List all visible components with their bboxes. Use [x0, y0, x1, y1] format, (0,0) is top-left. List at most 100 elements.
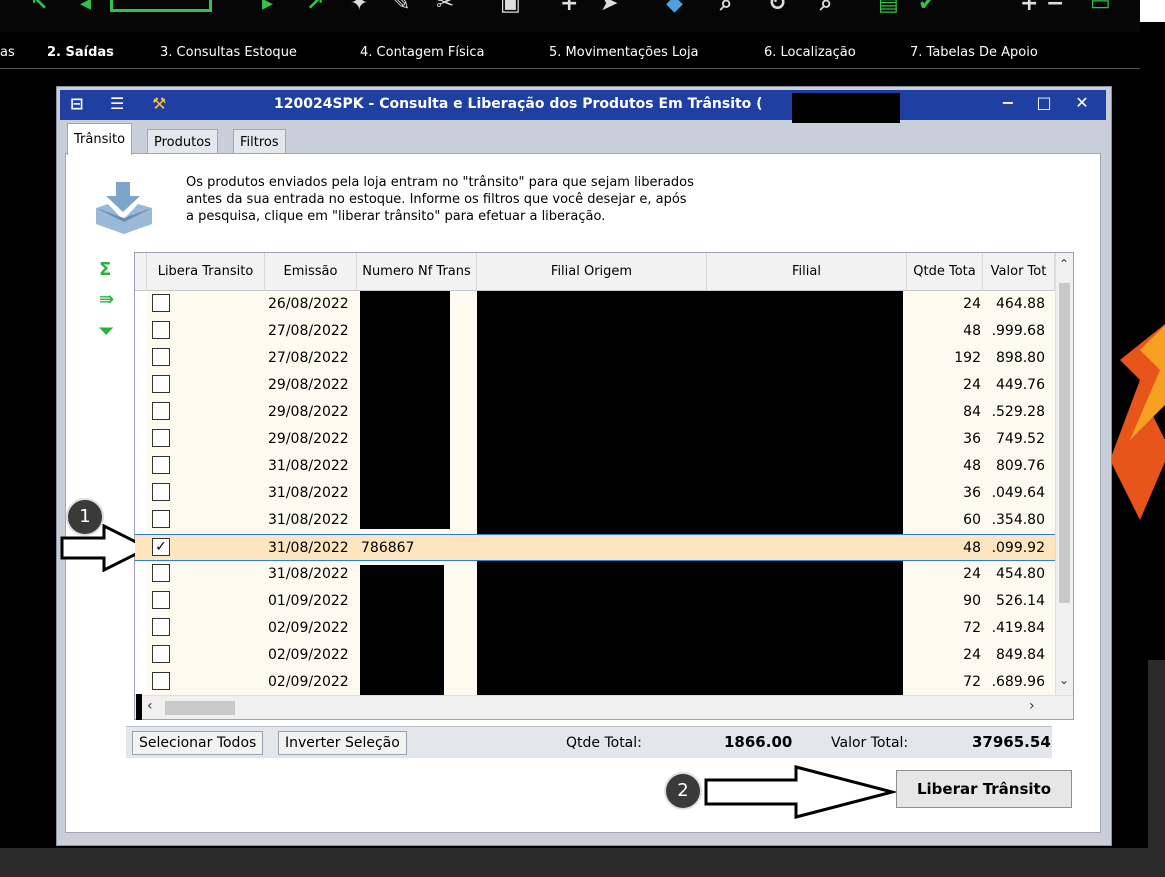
arrow-up-right-icon[interactable]: ↗ [306, 0, 324, 16]
minimize-icon[interactable]: − [996, 93, 1020, 112]
window-icon[interactable]: ▭ [1090, 0, 1111, 16]
add-icon[interactable]: + [560, 0, 578, 16]
value-total-value: 37965.54 [972, 733, 1051, 751]
wrench-icon[interactable]: ⚒ [152, 94, 166, 113]
scroll-up-icon[interactable]: ⌃ [1059, 257, 1069, 271]
scroll-right-icon[interactable]: › [1029, 698, 1035, 714]
maximize-icon[interactable]: □ [1032, 93, 1056, 112]
intro-text: Os produtos enviados pela loja entram no… [186, 175, 694, 224]
redacted-block [360, 565, 444, 695]
qty-cell: 72 [963, 620, 981, 636]
header-filial-origem[interactable]: Filial Origem [477, 253, 707, 291]
menu-item-saidas[interactable]: 2. Saídas [47, 45, 114, 60]
libera-checkbox[interactable] [152, 645, 170, 663]
edit-icon[interactable]: ✎ [392, 0, 410, 16]
libera-checkbox[interactable] [152, 672, 170, 690]
print-icon[interactable]: ▣ [500, 0, 521, 16]
header-qtde-total[interactable]: Qtde Tota [907, 253, 983, 291]
qty-cell: 24 [963, 647, 981, 663]
header-numero-nf[interactable]: Numero Nf Trans [357, 253, 477, 291]
libera-checkbox[interactable] [152, 429, 170, 447]
libera-checkbox[interactable] [152, 618, 170, 636]
grid-footer: Selecionar Todos Inverter Seleção Qtde T… [126, 726, 1052, 758]
libera-checkbox[interactable] [152, 402, 170, 420]
search-icon[interactable]: ⌕ [720, 0, 732, 16]
emissao-cell: 31/08/2022 [268, 485, 349, 501]
cut-icon[interactable]: ✂ [436, 0, 454, 16]
filter-down-icon[interactable]: ⏷ [99, 321, 113, 342]
libera-checkbox[interactable] [152, 321, 170, 339]
header-valor-total[interactable]: Valor Tot [983, 253, 1055, 291]
menu-item-consultas-estoque[interactable]: 3. Consultas Estoque [160, 45, 297, 60]
tab-transito[interactable]: Trânsito [67, 123, 133, 155]
value-cell: .999.68 [991, 323, 1045, 339]
menu-item-previous[interactable]: as [0, 45, 15, 60]
vertical-scroll-thumb[interactable] [1059, 283, 1070, 603]
qty-cell: 90 [963, 593, 981, 609]
libera-checkbox[interactable]: ✓ [152, 538, 170, 556]
dialog-titlebar[interactable]: ⊟ ☰ ⚒ 120024SPK - Consulta e Liberação d… [60, 90, 1106, 123]
arrow-right-icon [704, 765, 896, 819]
header-libera-transito[interactable]: Libera Transito [147, 253, 265, 291]
grid-left-marker [136, 694, 142, 720]
scroll-left-icon[interactable]: ‹ [147, 698, 153, 714]
libera-checkbox[interactable] [152, 564, 170, 582]
qty-cell: 24 [963, 566, 981, 582]
emissao-cell: 01/09/2022 [268, 593, 349, 609]
scroll-down-icon[interactable]: ⌄ [1059, 673, 1069, 687]
check-down-icon[interactable]: ✔ [918, 0, 936, 16]
doc-icon[interactable]: ▤ [878, 0, 899, 16]
header-emissao[interactable]: Emissão [265, 253, 357, 291]
forward-icon[interactable]: ➤ [600, 0, 618, 16]
emissao-cell: 31/08/2022 [268, 540, 349, 556]
selected-tool[interactable] [110, 0, 212, 12]
liberar-transito-button[interactable]: Liberar Trânsito [896, 770, 1072, 808]
value-cell: 449.76 [996, 377, 1045, 393]
menu-item-movimentacoes-loja[interactable]: 5. Movimentações Loja [549, 45, 699, 60]
value-cell: 849.84 [996, 647, 1045, 663]
pin-icon[interactable]: ✦ [350, 0, 368, 16]
zoom-icon[interactable]: ⌕ [820, 0, 832, 16]
libera-checkbox[interactable] [152, 294, 170, 312]
qty-cell: 192 [954, 350, 981, 366]
top-right-strip [1140, 0, 1165, 22]
libera-checkbox[interactable] [152, 591, 170, 609]
menu-item-localizacao[interactable]: 6. Localização [764, 45, 856, 60]
dialog-tabs: Trânsito Produtos Filtros [60, 123, 1106, 155]
emissao-cell: 26/08/2022 [268, 296, 349, 312]
tab-produtos[interactable]: Produtos [147, 129, 218, 154]
libera-checkbox[interactable] [152, 375, 170, 393]
menu-item-contagem-fisica[interactable]: 4. Contagem Física [360, 45, 485, 60]
menu-divider [0, 68, 1140, 69]
libera-checkbox[interactable] [152, 348, 170, 366]
invert-selection-button[interactable]: Inverter Seleção [278, 731, 407, 755]
export-icon[interactable]: ⇛ [99, 289, 114, 310]
emissao-cell: 27/08/2022 [268, 350, 349, 366]
refresh-icon[interactable]: ↻ [768, 0, 786, 16]
vertical-scrollbar[interactable]: ⌃ ⌄ [1055, 253, 1073, 695]
arrow-left-icon[interactable]: ◂ [80, 0, 91, 16]
libera-checkbox[interactable] [152, 483, 170, 501]
arrow-right-icon[interactable]: ▸ [262, 0, 273, 16]
close-icon[interactable]: ✕ [1070, 93, 1094, 112]
minus-icon[interactable]: − [1046, 0, 1064, 16]
menu-item-tabelas-de-apoio[interactable]: 7. Tabelas De Apoio [910, 45, 1038, 60]
redacted-block [477, 291, 903, 695]
header-filial[interactable]: Filial [707, 253, 907, 291]
select-all-button[interactable]: Selecionar Todos [132, 731, 264, 755]
horizontal-scrollbar[interactable]: ‹ › [135, 695, 1073, 719]
horizontal-scroll-thumb[interactable] [165, 701, 235, 715]
drop-icon[interactable]: ◆ [666, 0, 683, 16]
tab-filtros[interactable]: Filtros [233, 129, 286, 154]
qty-cell: 24 [963, 296, 981, 312]
plus-icon[interactable]: + [1020, 0, 1038, 16]
traffic-icon[interactable]: ☰ [110, 94, 124, 113]
table-row[interactable]: ✓ 31/08/2022 786867 48 .099.92 [135, 534, 1055, 561]
libera-checkbox[interactable] [152, 510, 170, 528]
sum-icon[interactable]: Σ [99, 259, 111, 280]
value-cell: .049.64 [991, 485, 1045, 501]
libera-checkbox[interactable] [152, 456, 170, 474]
menu-icon[interactable]: ⊟ [70, 94, 83, 113]
arrow-up-icon[interactable]: ↖ [30, 0, 48, 16]
value-total-label: Valor Total: [831, 735, 909, 751]
